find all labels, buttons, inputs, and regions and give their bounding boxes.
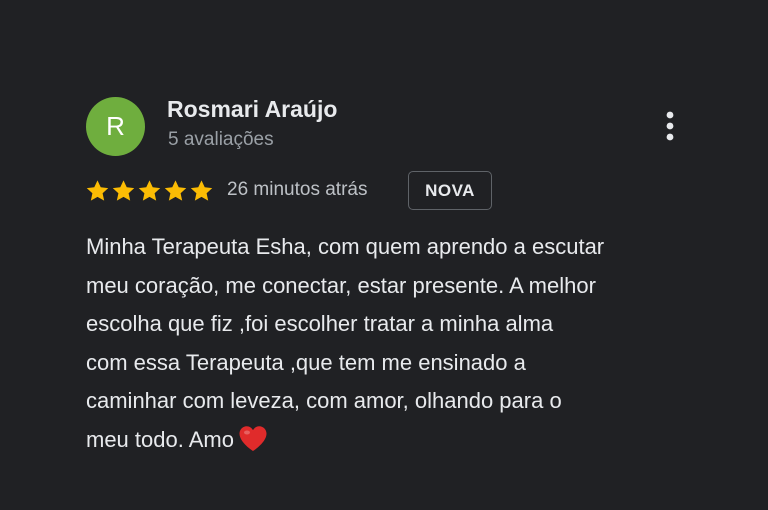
star-icon <box>137 178 162 204</box>
avatar-initial: R <box>106 111 125 141</box>
star-rating <box>85 178 214 204</box>
review-text-line: escolha que fiz ,foi escolher tratar a m… <box>86 311 554 336</box>
more-vert-icon <box>666 111 674 141</box>
review-text-last-line: meu todo. Amo <box>86 421 726 460</box>
new-badge: NOVA <box>408 171 492 210</box>
review-text-line: Minha Terapeuta Esha, com quem aprendo a… <box>86 234 605 259</box>
review-text-line: meu todo. Amo <box>86 426 234 452</box>
star-icon <box>111 178 136 204</box>
review-text-line: caminhar com leveza, com amor, olhando p… <box>86 388 562 413</box>
author-review-count[interactable]: 5 avaliações <box>168 129 274 151</box>
review-card: R Rosmari Araújo 5 avaliações 26 minutos… <box>0 0 768 510</box>
star-icon <box>189 178 214 204</box>
avatar[interactable]: R <box>86 97 145 156</box>
review-text-line: com essa Terapeuta ,que tem me ensinado … <box>86 349 526 375</box>
star-icon <box>163 178 188 204</box>
review-text: Minha Terapeuta Esha, com quem aprendo a… <box>86 228 726 459</box>
author-name[interactable]: Rosmari Araújo <box>167 96 337 123</box>
review-time: 26 minutos atrás <box>227 179 368 200</box>
review-text-line: meu coração, me conectar, estar presente… <box>86 272 596 298</box>
more-options-button[interactable] <box>654 106 686 146</box>
heart-icon <box>238 425 268 452</box>
star-icon <box>85 178 110 204</box>
